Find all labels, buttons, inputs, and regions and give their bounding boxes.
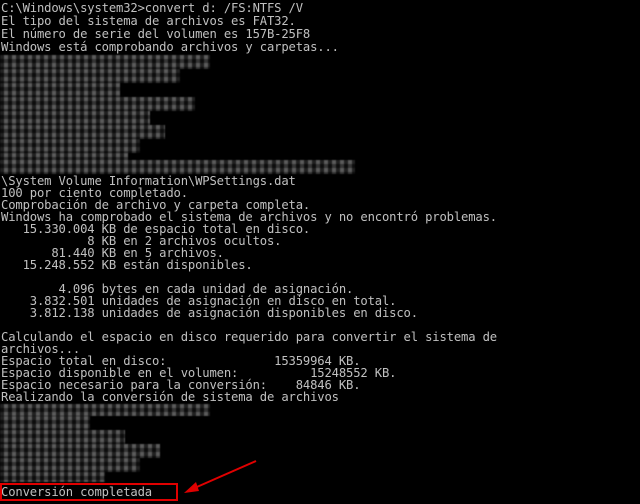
console-line-serial: El número de serie del volumen es 157B-2…	[1, 27, 311, 41]
redacted-region	[0, 444, 160, 458]
redacted-region	[0, 55, 210, 69]
redacted-region	[0, 404, 210, 416]
redacted-region	[0, 111, 150, 125]
redacted-region	[0, 160, 355, 174]
redacted-region	[0, 69, 180, 83]
redacted-region	[0, 139, 140, 153]
redacted-region	[0, 472, 105, 482]
console-window[interactable]: C:\Windows\system32>convert d: /FS:NTFS …	[0, 0, 640, 504]
redacted-region	[0, 458, 140, 472]
console-line-converting: Realizando la conversión de sistema de a…	[1, 390, 339, 404]
console-line-fs-type: El tipo del sistema de archivos es FAT32…	[1, 14, 296, 28]
highlight-box	[0, 483, 178, 501]
redacted-region	[0, 97, 195, 111]
redacted-region	[0, 125, 165, 139]
annotation-arrow-icon	[184, 460, 257, 493]
console-line-available: 15.248.552 KB están disponibles.	[1, 258, 253, 272]
redacted-region	[0, 83, 120, 97]
console-line-command: C:\Windows\system32>convert d: /FS:NTFS …	[1, 1, 303, 15]
console-line-checking: Windows está comprobando archivos y carp…	[1, 40, 339, 54]
console-line-units-free: 3.812.138 unidades de asignación disponi…	[1, 306, 418, 320]
redacted-region	[0, 430, 125, 444]
redacted-region	[0, 416, 90, 430]
